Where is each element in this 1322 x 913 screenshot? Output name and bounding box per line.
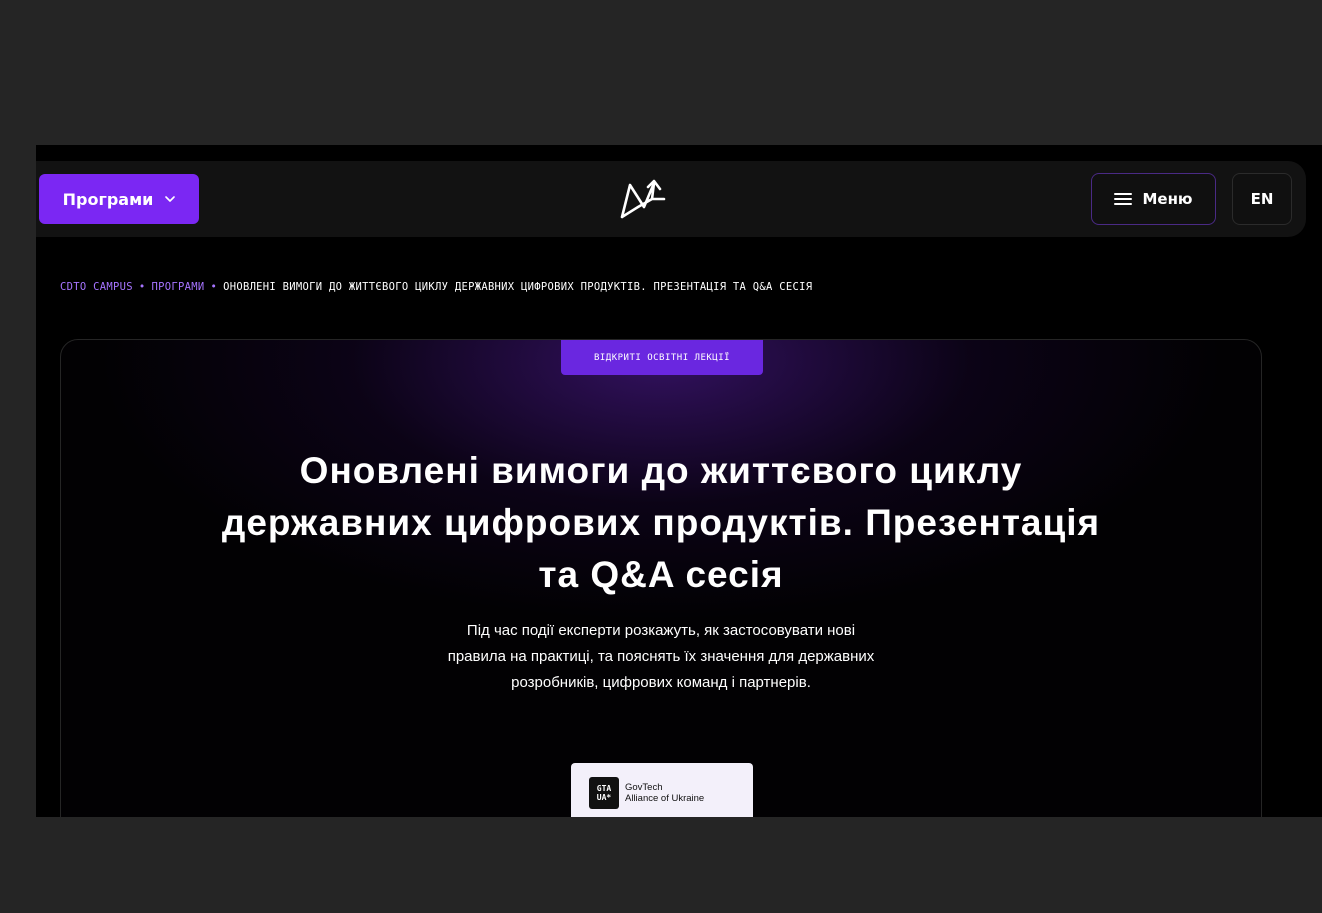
- event-hero-card: ВІДКРИТІ ОСВІТНІ ЛЕКЦІЇ Оновлені вимоги …: [60, 339, 1262, 817]
- badge-top-text: GTA: [596, 784, 612, 793]
- hamburger-icon: [1114, 192, 1133, 206]
- breadcrumb-item-current: ОНОВЛЕНІ ВИМОГИ ДО ЖИТТЄВОГО ЦИКЛУ ДЕРЖА…: [223, 281, 813, 293]
- menu-button[interactable]: Меню: [1091, 173, 1216, 225]
- gta-ua-logo-icon: GTA UA*: [589, 777, 619, 809]
- breadcrumb-separator: •: [138, 281, 146, 293]
- event-description: Під час події експерти розкажуть, як зас…: [361, 618, 961, 696]
- partner-name-line1: GovTech: [625, 782, 663, 793]
- breadcrumb-separator: •: [210, 281, 218, 293]
- title-line: Оновлені вимоги до життєвого циклу: [299, 450, 1023, 491]
- title-line: державних цифрових продуктів. Презентаці…: [221, 502, 1101, 543]
- breadcrumb-item-campus[interactable]: CDTO CAMPUS: [60, 281, 133, 293]
- breadcrumb: CDTO CAMPUS • ПРОГРАМИ • ОНОВЛЕНІ ВИМОГИ ДО …: [60, 281, 812, 293]
- language-label: EN: [1250, 190, 1274, 208]
- top-navbar: Програми Меню EN: [36, 161, 1306, 237]
- badge-bottom-text: UA*: [596, 793, 612, 802]
- category-tag: ВІДКРИТІ ОСВІТНІ ЛЕКЦІЇ: [561, 340, 763, 375]
- browser-viewport: Програми Меню EN CDTO CAMPUS • ПРОГРАМИ …: [36, 145, 1322, 817]
- site-logo-icon[interactable]: [618, 177, 666, 222]
- programs-dropdown-button[interactable]: Програми: [39, 174, 199, 224]
- chevron-down-icon: [165, 196, 176, 202]
- menu-label: Меню: [1142, 190, 1193, 208]
- language-switch-button[interactable]: EN: [1232, 173, 1292, 225]
- programs-label: Програми: [62, 189, 154, 209]
- description-line: розробників, цифрових команд і партнерів…: [511, 674, 811, 691]
- screenshot-frame: Програми Меню EN CDTO CAMPUS • ПРОГРАМИ …: [0, 0, 1322, 913]
- description-line: Під час події експерти розкажуть, як зас…: [466, 622, 856, 639]
- partner-logo-card[interactable]: GTA UA* GovTech Alliance of Ukraine: [571, 763, 753, 817]
- partner-name: GovTech Alliance of Ukraine: [625, 782, 704, 804]
- breadcrumb-item-programs[interactable]: ПРОГРАМИ: [151, 281, 204, 293]
- title-line: та Q&A сесія: [538, 554, 784, 595]
- partner-name-line2: Alliance of Ukraine: [625, 793, 705, 804]
- description-line: правила на практиці, та пояснять їх знач…: [447, 648, 875, 665]
- page-title: Оновлені вимоги до життєвого циклу держа…: [161, 445, 1161, 601]
